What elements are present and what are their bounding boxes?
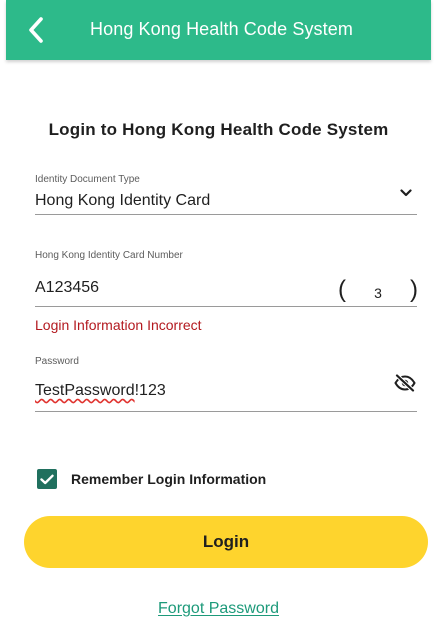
chevron-down-icon	[400, 189, 412, 197]
doc-type-underline	[35, 214, 417, 215]
header-bar: Hong Kong Health Code System	[6, 0, 431, 60]
forgot-password-container: Forgot Password	[0, 600, 437, 618]
password-label: Password	[35, 356, 79, 367]
id-number-underline	[35, 306, 417, 307]
check-digit-field[interactable]: ( 3 )	[338, 276, 418, 304]
checkmark-icon	[40, 474, 54, 484]
check-digit-value: 3	[374, 284, 382, 301]
eye-off-icon	[394, 374, 416, 392]
password-rest-part: !123	[134, 382, 166, 399]
form-title: Login to Hong Kong Health Code System	[48, 120, 389, 139]
remember-login-label: Remember Login Information	[71, 471, 267, 487]
login-button[interactable]: Login	[24, 516, 428, 568]
header-title: Hong Kong Health Code System	[90, 19, 353, 39]
password-underline	[35, 411, 417, 412]
check-digit-close-paren: )	[409, 276, 418, 303]
password-misspelled-part: TestPassword	[35, 382, 135, 399]
app-screen: Hong Kong Health Code System Login to Ho…	[0, 0, 437, 621]
checkbox-checked[interactable]	[37, 469, 57, 489]
password-input[interactable]: TestPassword!123	[35, 382, 166, 400]
toggle-password-visibility-button[interactable]	[393, 373, 417, 393]
back-button[interactable]	[22, 14, 50, 46]
forgot-password-link[interactable]: Forgot Password	[158, 600, 279, 617]
remember-login-checkbox[interactable]: Remember Login Information	[37, 469, 266, 489]
id-number-label: Hong Kong Identity Card Number	[35, 250, 183, 261]
check-digit-open-paren: (	[338, 276, 346, 303]
doc-type-label: Identity Document Type	[35, 174, 140, 185]
doc-type-select[interactable]: Hong Kong Identity Card	[35, 192, 210, 210]
doc-type-dropdown-toggle[interactable]	[397, 186, 415, 200]
login-error-message: Login Information Incorrect	[35, 317, 202, 333]
chevron-left-icon	[29, 17, 43, 43]
id-number-input[interactable]: A123456	[35, 279, 99, 297]
